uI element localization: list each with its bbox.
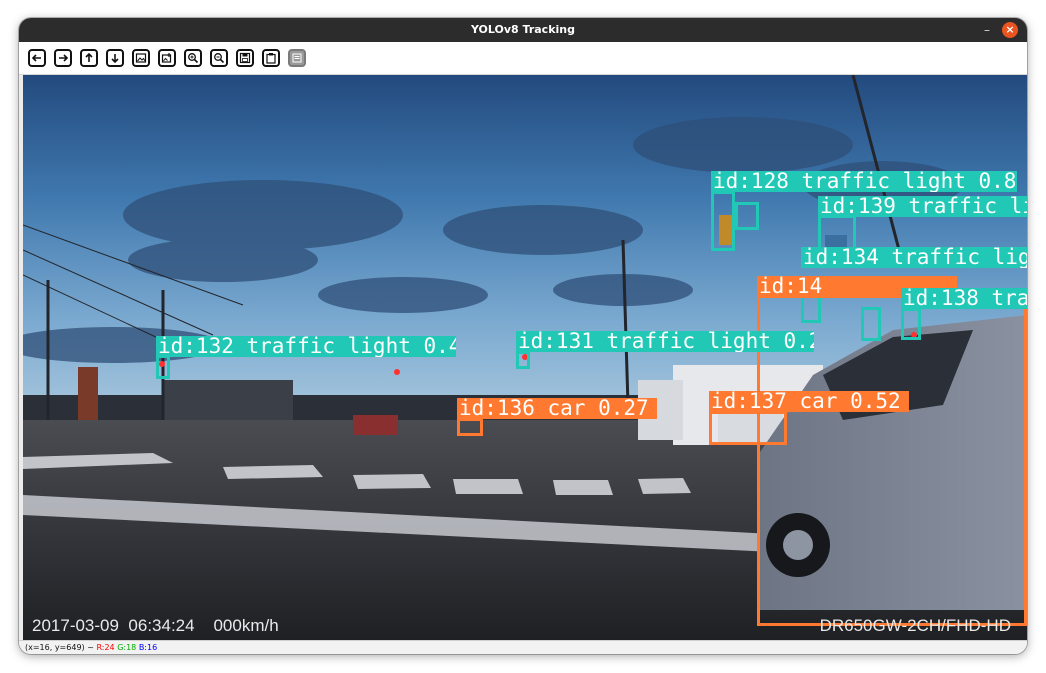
- traffic-light-box-131: [516, 351, 530, 369]
- pan-down-button[interactable]: [106, 49, 124, 67]
- arrow-down-icon: [111, 54, 119, 64]
- traffic-light-box-132: [156, 355, 170, 379]
- pixel-b: B:16: [138, 643, 158, 652]
- close-button[interactable]: ×: [1002, 22, 1018, 38]
- detection-label-131: id:131 traffic light 0.24: [516, 331, 814, 352]
- dashcam-device: DR650GW-2CH/FHD-HD: [819, 616, 1011, 635]
- arrow-left-icon: [31, 54, 41, 62]
- traffic-light-box-128b: [735, 202, 759, 230]
- car-box-137: [709, 411, 787, 445]
- traffic-light-box-128: [711, 191, 735, 251]
- copy-button[interactable]: [262, 49, 280, 67]
- car-box-136: [457, 418, 483, 436]
- detection-label-137: id:137 car 0.52: [709, 391, 909, 412]
- detection-label-134: id:134 traffic light: [801, 247, 1027, 268]
- detection-label-136: id:136 car 0.27: [457, 398, 657, 419]
- image-icon: [135, 53, 147, 63]
- dashcam-datetime: 2017-03-09 06:34:24 000km/h: [32, 616, 279, 635]
- app-window: YOLOv8 Tracking – × id:14 id:128 traffic…: [19, 18, 1027, 654]
- detection-label-128: id:128 traffic light 0.81: [711, 171, 1017, 192]
- zoom-out-button[interactable]: [210, 49, 228, 67]
- zoom-image-button[interactable]: [132, 49, 150, 67]
- title-bar[interactable]: YOLOv8 Tracking – ×: [19, 18, 1027, 42]
- zoom-in-icon: [188, 53, 199, 64]
- pan-left-button[interactable]: [28, 49, 46, 67]
- save-button[interactable]: [236, 49, 254, 67]
- cursor-coords: (x=16, y=649) ~: [25, 643, 94, 652]
- status-bar: (x=16, y=649) ~ R:24 G:18 B:16: [19, 640, 1027, 654]
- detection-label-132: id:132 traffic light 0.48: [156, 336, 456, 357]
- properties-button[interactable]: [288, 49, 306, 67]
- properties-icon: [292, 53, 302, 63]
- pixel-g: G:18: [117, 643, 137, 652]
- window-title: YOLOv8 Tracking: [470, 23, 575, 36]
- minimize-button[interactable]: –: [978, 21, 996, 39]
- video-frame[interactable]: id:14 id:128 traffic light 0.81 id:139 t…: [23, 75, 1027, 640]
- clipboard-icon: [266, 53, 276, 64]
- arrow-up-icon: [85, 52, 93, 62]
- pixel-r: R:24: [96, 643, 115, 652]
- pan-right-button[interactable]: [54, 49, 72, 67]
- save-icon: [239, 52, 251, 64]
- arrow-right-icon: [59, 54, 69, 62]
- detection-label-138: id:138 tra: [901, 288, 1027, 309]
- image-plus-icon: [161, 53, 172, 63]
- toolbar: [19, 42, 1027, 75]
- zoom-out-icon: [214, 53, 225, 64]
- detection-label-139: id:139 traffic light: [818, 196, 1027, 217]
- image-alt-button[interactable]: [158, 49, 176, 67]
- zoom-in-button[interactable]: [184, 49, 202, 67]
- pan-up-button[interactable]: [80, 49, 98, 67]
